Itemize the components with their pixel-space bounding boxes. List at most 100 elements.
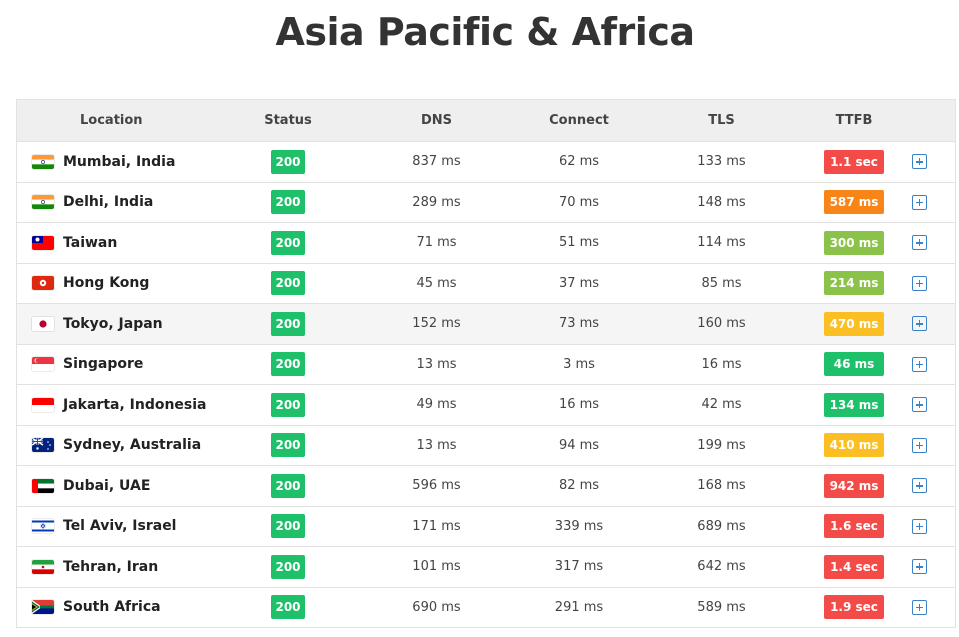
status-cell: 200 [242, 223, 334, 264]
ttfb-cell: 1.6 sec [824, 506, 884, 547]
expand-cell [884, 344, 955, 385]
status-badge: 200 [271, 311, 305, 336]
ttfb-badge: 1.9 sec [824, 595, 884, 620]
status-cell: 200 [242, 263, 334, 304]
table-row: Tel Aviv, Israel 200 171 ms 339 ms 689 ms 1.6… [17, 506, 955, 547]
table-row: Dubai, UAE 200 596 ms 82 ms 168 ms 942 ms [17, 466, 955, 507]
table-row: Tehran, Iran 200 101 ms 317 ms 642 ms 1.4 sec [17, 547, 955, 588]
dns-cell: 152 ms [412, 316, 461, 332]
ttfb-badge: 46 ms [824, 352, 884, 377]
location-name: Jakarta, Indonesia [63, 396, 207, 413]
connect-cell: 70 ms [558, 194, 600, 210]
expand-plus-icon[interactable] [912, 154, 927, 170]
page-title: Asia Pacific & Africa [275, 10, 695, 54]
location-cell: Tehran, Iran [17, 547, 242, 588]
dns-cell: 13 ms [416, 437, 457, 453]
status-cell: 200 [242, 344, 334, 385]
india-flag-icon [32, 195, 54, 210]
indonesia-flag-icon [32, 397, 54, 412]
column-header-ttfb: TTFB [824, 99, 884, 142]
column-header-location: Location [17, 99, 242, 142]
connect-cell: 291 ms [554, 599, 604, 615]
expand-plus-icon[interactable] [912, 518, 927, 534]
expand-cell [884, 425, 955, 466]
ttfb-badge: 470 ms [824, 311, 884, 336]
status-cell: 200 [242, 304, 334, 345]
column-header-status: Status [242, 99, 334, 142]
connect-cell: 82 ms [558, 478, 600, 494]
expand-cell [884, 547, 955, 588]
australia-flag-icon [32, 438, 54, 453]
tls-cell: 114 ms [697, 235, 746, 251]
location-cell: Hong Kong [17, 263, 242, 304]
tls-cell: 148 ms [697, 194, 746, 210]
expand-plus-icon[interactable] [912, 235, 927, 251]
ttfb-cell: 942 ms [824, 466, 884, 507]
expand-plus-icon[interactable] [912, 356, 927, 372]
status-badge: 200 [271, 149, 305, 174]
location-name: Tokyo, Japan [63, 315, 163, 332]
ttfb-cell: 1.1 sec [824, 142, 884, 183]
expand-cell [884, 263, 955, 304]
location-cell: Dubai, UAE [17, 466, 242, 507]
status-cell: 200 [242, 547, 334, 588]
expand-plus-icon[interactable] [912, 437, 927, 453]
ttfb-cell: 134 ms [824, 385, 884, 426]
location-cell: Jakarta, Indonesia [17, 385, 242, 426]
tls-cell: 85 ms [701, 275, 742, 291]
ttfb-cell: 1.4 sec [824, 547, 884, 588]
tls-cell: 642 ms [697, 559, 746, 575]
ttfb-badge: 134 ms [824, 392, 884, 417]
ttfb-cell: 46 ms [824, 344, 884, 385]
location-name: South Africa [63, 599, 161, 616]
status-cell: 200 [242, 182, 334, 223]
column-header-expand [884, 99, 955, 142]
japan-flag-icon [32, 316, 54, 331]
india-flag-icon [32, 154, 54, 169]
expand-plus-icon[interactable] [912, 599, 927, 615]
location-name: Dubai, UAE [63, 477, 151, 494]
location-cell: Delhi, India [17, 182, 242, 223]
expand-plus-icon[interactable] [912, 316, 927, 332]
table-row: Singapore 200 13 ms 3 ms 16 ms 46 ms [17, 344, 955, 385]
location-cell: Singapore [17, 344, 242, 385]
ttfb-badge: 587 ms [824, 190, 884, 215]
column-header-connect: Connect [539, 99, 619, 142]
location-name: Delhi, India [63, 194, 154, 211]
ttfb-badge: 1.1 sec [824, 149, 884, 174]
ttfb-cell: 410 ms [824, 425, 884, 466]
expand-plus-icon[interactable] [912, 559, 927, 575]
expand-plus-icon[interactable] [912, 275, 927, 291]
table-row: Hong Kong 200 45 ms 37 ms 85 ms 214 ms [17, 263, 955, 304]
status-badge: 200 [271, 514, 305, 539]
connect-cell: 62 ms [558, 154, 600, 170]
ttfb-badge: 300 ms [824, 230, 884, 255]
tls-cell: 160 ms [697, 316, 746, 332]
tls-cell: 589 ms [697, 599, 746, 615]
column-header-tls: TLS [619, 99, 824, 142]
expand-plus-icon[interactable] [912, 397, 927, 413]
status-cell: 200 [242, 466, 334, 507]
expand-cell [884, 506, 955, 547]
expand-plus-icon[interactable] [912, 194, 927, 210]
table-row: Sydney, Australia 200 13 ms 94 ms 199 ms 410 … [17, 425, 955, 466]
iran-flag-icon [32, 559, 54, 574]
expand-cell [884, 587, 955, 628]
expand-cell [884, 466, 955, 507]
table-header-row: Location Status DNS Connect TLS TTFB [17, 99, 955, 142]
expand-cell [884, 182, 955, 223]
dns-cell: 71 ms [416, 235, 457, 251]
dns-cell: 49 ms [416, 397, 457, 413]
location-name: Singapore [63, 356, 144, 373]
status-badge: 200 [271, 392, 305, 417]
expand-plus-icon[interactable] [912, 478, 927, 494]
ttfb-cell: 214 ms [824, 263, 884, 304]
location-cell: Mumbai, India [17, 142, 242, 183]
status-cell: 200 [242, 142, 334, 183]
tls-cell: 16 ms [701, 356, 742, 372]
ttfb-badge: 214 ms [824, 271, 884, 296]
status-badge: 200 [271, 271, 305, 296]
dns-cell: 101 ms [412, 559, 461, 575]
hong-kong-flag-icon [32, 276, 54, 291]
israel-flag-icon [32, 519, 54, 534]
